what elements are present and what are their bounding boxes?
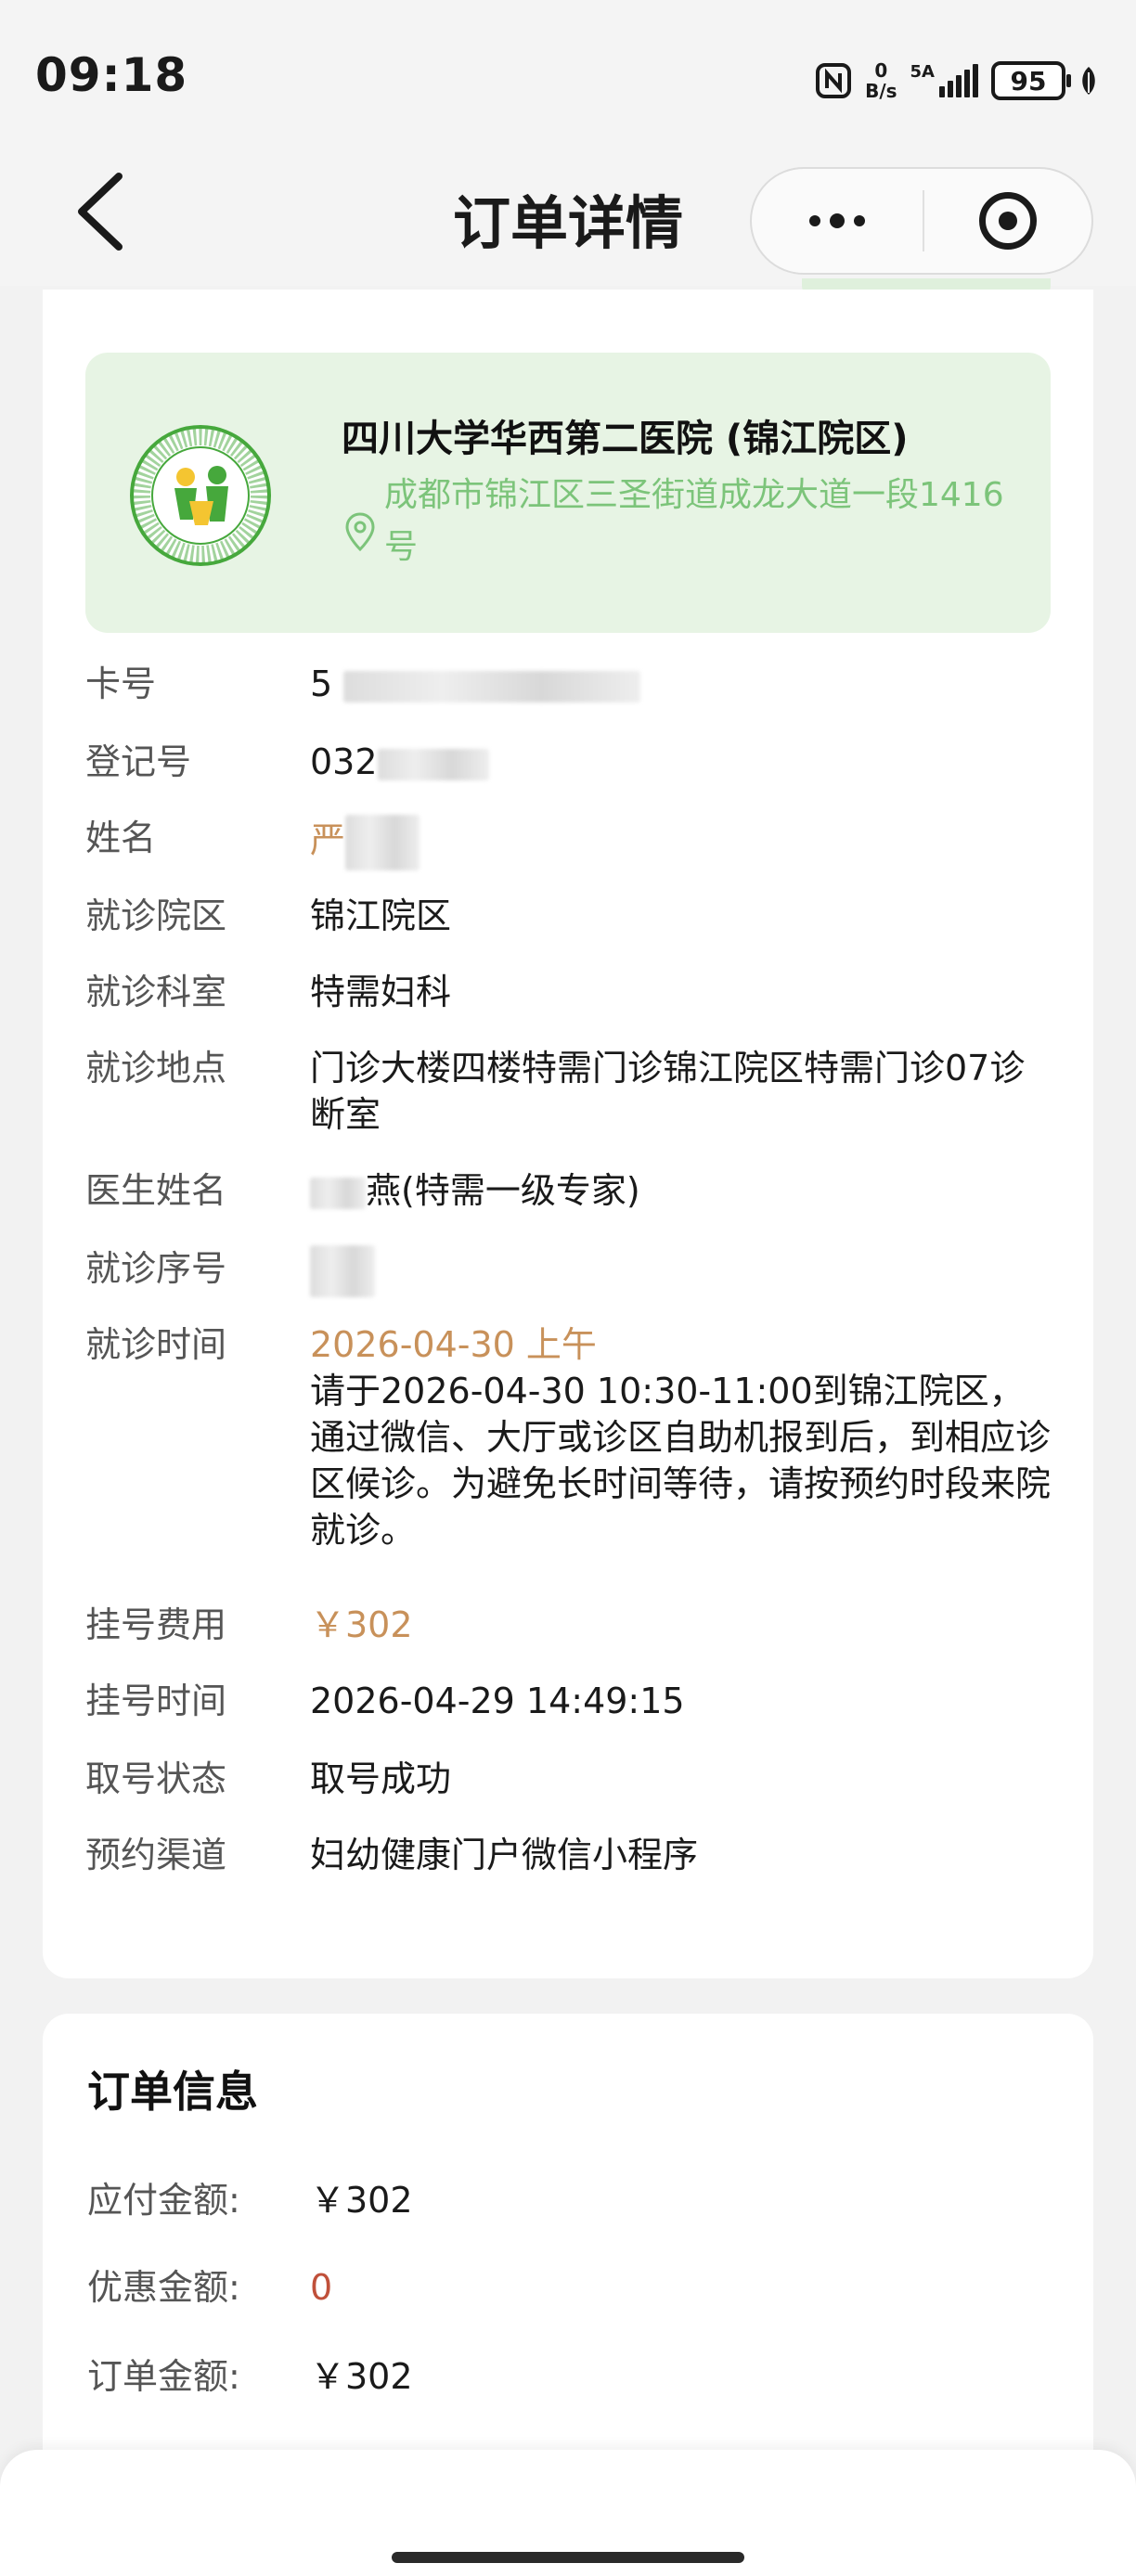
detail-value: ￥302 bbox=[310, 1604, 413, 1645]
detail-value: 2026-04-29 14:49:15 bbox=[310, 1681, 685, 1721]
order-info-card: 订单信息 应付金额: ￥302 优惠金额: 0 订单金额: ￥302 bbox=[43, 2014, 1093, 2478]
status-bar: 09:18 0 B/s 5A 95 bbox=[0, 0, 1136, 167]
detail-label: 医生姓名 bbox=[85, 1170, 227, 1211]
detail-value: 严 bbox=[310, 815, 1052, 870]
status-time: 09:18 bbox=[35, 48, 188, 102]
hospital-info: 四川大学华西第二医院 (锦江院区) 成都市锦江区三圣街道成龙大道一段1416号 bbox=[85, 353, 1051, 633]
detail-label: 取号状态 bbox=[85, 1758, 227, 1799]
location-pin-icon bbox=[345, 512, 375, 552]
visit-time-value: 2026-04-30 上午 bbox=[310, 1324, 597, 1365]
order-info-title: 订单信息 bbox=[87, 2067, 258, 2117]
more-icon bbox=[809, 215, 820, 226]
detail-label: 姓名 bbox=[85, 818, 157, 858]
detail-value: 取号成功 bbox=[310, 1758, 452, 1799]
order-label: 订单金额: bbox=[87, 2356, 240, 2397]
mini-program-capsule bbox=[750, 167, 1093, 275]
more-button[interactable] bbox=[752, 169, 923, 273]
net-speed-unit: B/s bbox=[865, 80, 897, 102]
detail-label: 就诊院区 bbox=[85, 895, 227, 936]
detail-label: 挂号时间 bbox=[85, 1681, 227, 1721]
net-speed: 0 B/s bbox=[865, 60, 897, 101]
status-icons: 0 B/s 5A 95 bbox=[815, 58, 1099, 104]
battery-icon: 95 bbox=[991, 61, 1071, 100]
hospital-address[interactable]: 成都市锦江区三圣街道成龙大道一段1416号 bbox=[384, 470, 1025, 573]
visit-time-instructions: 请于2026-04-30 10:30-11:00到锦江院区，通过微信、大厅或诊区… bbox=[310, 1371, 1052, 1551]
order-label: 优惠金额: bbox=[87, 2267, 240, 2308]
order-label: 应付金额: bbox=[87, 2180, 240, 2221]
battery-level: 95 bbox=[1010, 65, 1047, 97]
detail-value: 妇幼健康门户微信小程序 bbox=[310, 1835, 699, 1875]
leaf-icon bbox=[1082, 67, 1095, 95]
detail-label: 预约渠道 bbox=[85, 1835, 227, 1875]
appointment-card: 四川大学华西第二医院 (锦江院区) 成都市锦江区三圣街道成龙大道一段1416号 … bbox=[43, 290, 1093, 1978]
signal-icon: 5A bbox=[910, 64, 978, 97]
net-speed-value: 0 bbox=[874, 59, 888, 82]
close-mini-program-button[interactable] bbox=[924, 169, 1091, 273]
detail-value: 燕(特需一级专家) bbox=[310, 1167, 1052, 1214]
signal-label: 5A bbox=[910, 62, 935, 82]
order-value: ￥302 bbox=[310, 2180, 413, 2221]
detail-label: 就诊时间 bbox=[85, 1324, 227, 1365]
detail-value: 032 bbox=[310, 739, 1052, 785]
detail-value bbox=[310, 1245, 1052, 1297]
hospital-name: 四川大学华西第二医院 (锦江院区) bbox=[342, 418, 909, 460]
detail-value: 5 bbox=[310, 661, 1052, 707]
detail-label: 登记号 bbox=[85, 741, 192, 782]
hospital-logo bbox=[130, 425, 271, 566]
detail-label: 卡号 bbox=[85, 663, 157, 704]
nav-bar: 订单详情 bbox=[0, 167, 1136, 286]
detail-value: 特需妇科 bbox=[310, 972, 452, 1012]
detail-value: 2026-04-30 上午 请于2026-04-30 10:30-11:00到锦… bbox=[310, 1321, 1052, 1553]
order-value: 0 bbox=[310, 2267, 333, 2308]
detail-label: 就诊地点 bbox=[85, 1048, 227, 1088]
detail-label: 就诊科室 bbox=[85, 972, 227, 1012]
detail-label: 挂号费用 bbox=[85, 1604, 227, 1645]
order-value: ￥302 bbox=[310, 2356, 413, 2397]
nfc-icon bbox=[816, 63, 852, 98]
detail-value: 锦江院区 bbox=[310, 895, 452, 936]
detail-value: 门诊大楼四楼特需门诊锦江院区特需门诊07诊断室 bbox=[310, 1048, 1026, 1135]
target-icon bbox=[979, 192, 1037, 250]
home-indicator[interactable] bbox=[392, 2552, 744, 2563]
detail-label: 就诊序号 bbox=[85, 1248, 227, 1289]
